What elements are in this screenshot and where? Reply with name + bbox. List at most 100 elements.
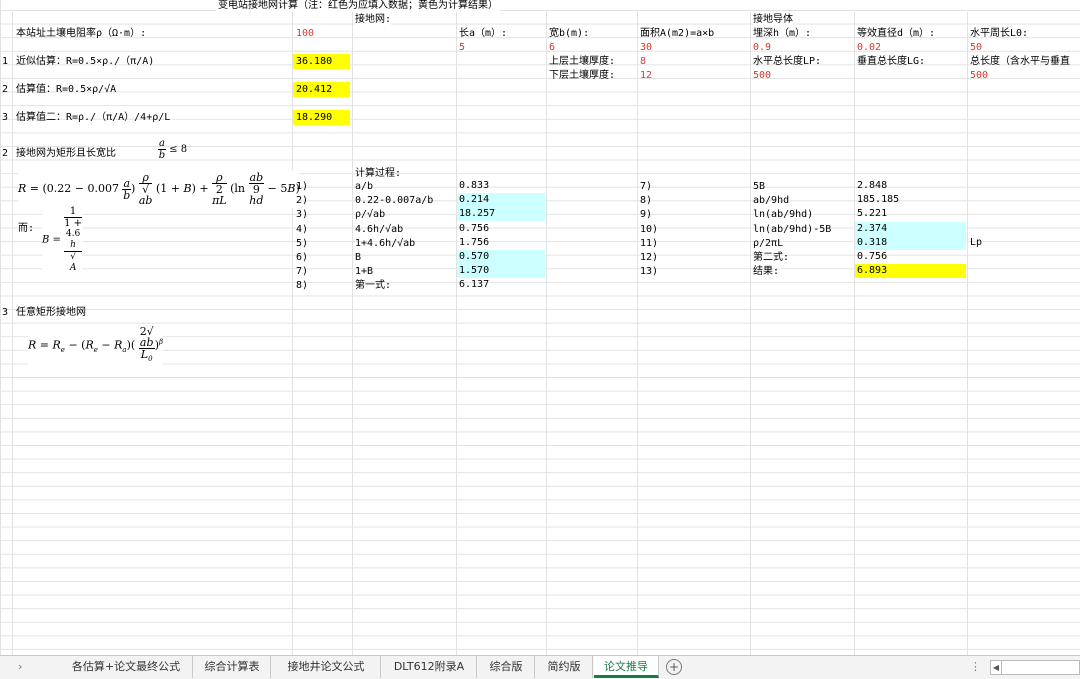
depth-input[interactable]: 0.9 — [753, 41, 771, 54]
scroll-left-arrow-icon[interactable]: ◀ — [991, 661, 1002, 674]
calc-left-row-expression: B — [355, 252, 362, 263]
length-label: 长a（m）: — [459, 28, 508, 39]
add-sheet-icon[interactable]: + — [666, 659, 682, 675]
calc-left-row-expression: 4.6h/√ab — [355, 223, 404, 235]
soil-resistivity-input[interactable]: 100 — [296, 27, 314, 40]
calc-right-row-step: 8) — [640, 195, 653, 207]
calc-right-row-step: 13) — [640, 266, 659, 278]
calc-left-row-expression: ρ/√ab — [355, 209, 386, 221]
upper-soil-input[interactable]: 8 — [640, 55, 646, 68]
calc-left-row-step: 5) — [296, 237, 309, 249]
more-dots-icon[interactable]: ⋮ — [970, 656, 981, 678]
area-value[interactable]: 30 — [640, 41, 652, 54]
calc-left-row-value[interactable]: 1.756 — [457, 236, 545, 250]
horizontal-scrollbar[interactable]: ◀ — [990, 660, 1080, 675]
tab-7[interactable]: 论文推导 — [594, 656, 659, 678]
sheet-tab-bar: › 各估算+论文最终公式 综合计算表 接地井论文公式 DLT612附录A 综合版 简约版论… — [0, 655, 1080, 679]
aspect-ratio-condition: ab ≤ 8 — [158, 138, 188, 161]
calc-right-row-expression: ab/9hd — [753, 195, 790, 207]
lower-soil-label: 下层土壤厚度: — [549, 70, 616, 81]
calc-left-row-expression: 1+B — [355, 266, 374, 278]
calc-right-row-value[interactable]: 2.374 — [855, 221, 966, 236]
tab-1[interactable]: 各估算+论文最终公式 — [60, 656, 193, 678]
calc-left-row-value[interactable]: 0.756 — [457, 222, 545, 236]
total-length-input[interactable]: 500 — [970, 69, 988, 82]
calc-left-row-expression: 第一式: — [355, 280, 392, 292]
tab-6[interactable]: 简约版 — [536, 656, 593, 678]
grid-label: 接地网: — [355, 13, 392, 26]
soil-resistivity-label: 本站址土壤电阻率ρ（Ω·m）: — [16, 28, 147, 39]
section-3-label: 任意矩形接地网 — [16, 307, 86, 318]
estimate-2-num: 2 — [2, 84, 9, 95]
calc-left-row-value[interactable]: 0.833 — [457, 179, 545, 193]
calc-left-row-expression: 0.22-0.007a/b — [355, 195, 434, 207]
estimate-3-label: 估算值二：R=ρ./（π/A）/4+ρ/L — [16, 112, 171, 123]
length-input[interactable]: 5 — [459, 41, 465, 54]
horiz-total-input[interactable]: 500 — [753, 69, 771, 82]
estimate-3-num: 3 — [2, 112, 9, 123]
sheet-title: 变电站接地网计算（注：红色为应填入数据；黄色为计算结果） — [216, 0, 500, 12]
calc-right-row-step: 9) — [640, 209, 653, 221]
tab-2[interactable]: 综合计算表 — [194, 656, 271, 678]
calc-left-row-step: 1) — [296, 181, 309, 192]
calc-right-row-step: 12) — [640, 252, 659, 263]
calc-right-row-step: 11) — [640, 237, 659, 249]
width-input[interactable]: 6 — [549, 41, 555, 54]
tab-scroll-left-icon[interactable]: › — [18, 656, 22, 678]
width-label: 宽b(m): — [549, 28, 590, 39]
calc-right-row-expression: ln(ab/9hd)-5B — [753, 223, 832, 235]
resistance-formula: R = (0.22 − 0.007 a b) ρ √ ab (1 + B) + ρ2π… — [18, 170, 300, 208]
arbitrary-grid-formula: R = Re − (Re − Ra)( 2√ ab L0)β — [28, 324, 164, 368]
lp-label: Lp — [970, 237, 983, 248]
calc-title: 计算过程: — [355, 168, 402, 179]
b-coefficient-formula: B = 11 + 4.6 h √ A — [42, 206, 83, 274]
estimate-1-result[interactable]: 36.180 — [293, 54, 350, 69]
calc-right-row-value[interactable]: 2.848 — [855, 179, 966, 193]
calc-left-row-expression: a/b — [355, 181, 374, 192]
diameter-label: 等效直径d（m）: — [857, 28, 936, 39]
upper-soil-label: 上层土壤厚度: — [549, 56, 616, 67]
calc-left-row-value[interactable]: 0.570 — [457, 250, 545, 264]
estimate-3-result[interactable]: 18.290 — [293, 110, 350, 125]
perimeter-input[interactable]: 50 — [970, 41, 982, 54]
lower-soil-input[interactable]: 12 — [640, 69, 652, 82]
calc-right-row-expression: 结果: — [753, 266, 780, 278]
diameter-input[interactable]: 0.02 — [857, 41, 881, 54]
tab-3[interactable]: 接地井论文公式 — [272, 656, 381, 678]
estimate-1-label: 近似估算：R=0.5×ρ./（π/A) — [16, 56, 155, 67]
calc-left-row-step: 2) — [296, 195, 309, 207]
horiz-total-label: 水平总长度LP: — [753, 56, 822, 67]
calc-left-row-step: 7) — [296, 266, 309, 278]
calc-right-row-step: 7) — [640, 181, 653, 192]
calc-right-row-value[interactable]: 0.318 — [855, 235, 966, 250]
calc-left-row-step: 6) — [296, 252, 309, 263]
calc-right-row-value[interactable]: 6.893 — [855, 264, 966, 279]
total-length-label: 总长度（含水平与垂直 — [970, 56, 1070, 67]
estimate-2-label: 估算值：R=0.5×ρ/√A — [16, 84, 117, 95]
calc-right-row-expression: ρ/2πL — [753, 237, 784, 249]
depth-label: 埋深h（m）: — [753, 28, 812, 39]
spreadsheet-grid[interactable]: 变电站接地网计算（注：红色为应填入数据；黄色为计算结果） 接地网: 接地导体 本… — [0, 0, 1080, 655]
calc-left-row-value[interactable]: 0.214 — [457, 193, 545, 208]
perimeter-label: 水平周长L0: — [970, 28, 1029, 39]
calc-right-row-value[interactable]: 5.221 — [855, 207, 966, 221]
section-3-num: 3 — [2, 307, 9, 318]
area-label: 面积A(m2)=a×b — [640, 28, 715, 39]
calc-left-row-step: 3) — [296, 209, 309, 221]
calc-right-row-value[interactable]: 185.185 — [855, 193, 966, 207]
er-label: 而: — [18, 223, 35, 234]
calc-left-row-value[interactable]: 6.137 — [457, 278, 545, 292]
calc-right-row-value[interactable]: 0.756 — [855, 250, 966, 264]
section-2-label: 接地网为矩形且长宽比 — [16, 148, 116, 159]
tab-4[interactable]: DLT612附录A — [382, 656, 477, 678]
estimate-1-num: 1 — [2, 56, 9, 67]
vert-total-label: 垂直总长度LG: — [857, 56, 926, 67]
calc-left-row-expression: 1+4.6h/√ab — [355, 237, 416, 249]
calc-left-row-value[interactable]: 18.257 — [457, 207, 545, 222]
calc-right-row-expression: ln(ab/9hd) — [753, 209, 814, 221]
tab-5[interactable]: 综合版 — [478, 656, 535, 678]
calc-left-row-value[interactable]: 1.570 — [457, 264, 545, 279]
calc-right-row-expression: 第二式: — [753, 252, 790, 263]
estimate-2-result[interactable]: 20.412 — [293, 82, 350, 97]
calc-left-row-step: 8) — [296, 280, 309, 292]
